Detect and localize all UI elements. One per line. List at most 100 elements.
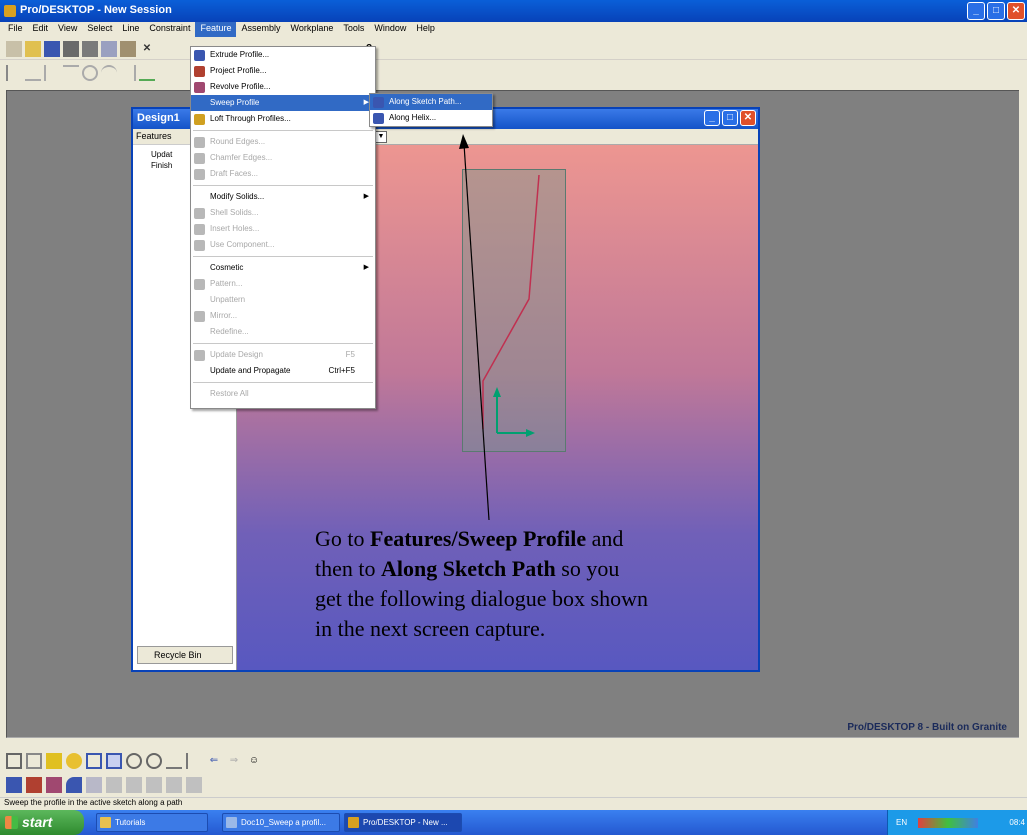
- round-icon: [194, 137, 205, 148]
- menu-help[interactable]: Help: [411, 22, 440, 37]
- save-icon[interactable]: [44, 40, 60, 57]
- menu-select[interactable]: Select: [82, 22, 117, 37]
- hole-tool-icon[interactable]: [86, 777, 102, 793]
- cut-icon[interactable]: [82, 40, 98, 57]
- standard-toolbar: ✕ ?: [0, 38, 1027, 60]
- angle-tool-icon[interactable]: [44, 65, 60, 81]
- task-tutorials[interactable]: Tutorials: [96, 813, 208, 832]
- arc-tool-icon[interactable]: [101, 65, 117, 81]
- forward-icon[interactable]: ⇒: [226, 753, 242, 769]
- spline-tool-icon[interactable]: [120, 65, 136, 81]
- print-icon[interactable]: [63, 40, 79, 57]
- view-iso-icon[interactable]: [6, 753, 22, 769]
- app-icon: [4, 5, 16, 17]
- recycle-bin-tab[interactable]: Recycle Bin: [137, 646, 233, 664]
- menu-item-modify-solids[interactable]: Modify Solids... ▶: [191, 189, 375, 205]
- zoom-in-icon[interactable]: [126, 753, 142, 769]
- line-tool-icon[interactable]: [6, 65, 22, 81]
- menu-line[interactable]: Line: [117, 22, 144, 37]
- circle-tool-icon[interactable]: [82, 65, 98, 81]
- draft-tool-icon[interactable]: [166, 777, 182, 793]
- menu-tools[interactable]: Tools: [338, 22, 369, 37]
- zoom-window-icon[interactable]: [106, 753, 122, 769]
- menu-item-label: Update Design: [210, 350, 263, 359]
- zoom-out-icon[interactable]: [146, 753, 162, 769]
- menu-item-extrude-profile[interactable]: Extrude Profile...: [191, 47, 375, 63]
- language-indicator[interactable]: EN: [896, 810, 907, 835]
- diagonal-tool-icon[interactable]: [63, 65, 79, 81]
- sketch-path: [482, 174, 540, 429]
- menu-item-label: Along Helix...: [389, 113, 437, 122]
- menu-item-label: Draft Faces...: [210, 169, 259, 178]
- close-button[interactable]: ✕: [1007, 2, 1025, 20]
- open-icon[interactable]: [25, 40, 41, 57]
- menu-item-label: Restore All: [210, 389, 249, 398]
- menu-feature[interactable]: Feature: [195, 22, 237, 37]
- sweep-tool-icon[interactable]: [66, 777, 82, 793]
- menu-window[interactable]: Window: [369, 22, 411, 37]
- menu-item-label: Round Edges...: [210, 137, 266, 146]
- rotate-icon[interactable]: [186, 753, 202, 769]
- app-title-bar[interactable]: Pro/DESKTOP - New Session _ □ ✕: [0, 0, 1027, 22]
- menu-item-cosmetic[interactable]: Cosmetic ▶: [191, 260, 375, 276]
- menu-separator: [193, 343, 373, 344]
- annotation-line-4: in the next screen capture.: [315, 616, 546, 641]
- menu-separator: [193, 130, 373, 131]
- paste-icon[interactable]: [120, 40, 136, 57]
- zoom-fit-icon[interactable]: [86, 753, 102, 769]
- new-design-icon[interactable]: [6, 40, 22, 57]
- origin-y-arrow: [493, 387, 501, 397]
- smiley-icon[interactable]: ☺: [246, 753, 262, 769]
- menu-item-along-sketch-path[interactable]: Along Sketch Path...: [370, 94, 492, 110]
- menu-item-update-design: Update Design F5: [191, 347, 375, 363]
- origin-x-arrow: [526, 429, 535, 437]
- view-trimetric-icon[interactable]: [26, 753, 42, 769]
- menu-view[interactable]: View: [53, 22, 82, 37]
- task-prodesktop[interactable]: Pro/DESKTOP - New ...: [344, 813, 462, 832]
- maximize-button[interactable]: □: [987, 2, 1005, 20]
- extrude-icon: [194, 50, 205, 61]
- view-select-icon[interactable]: [46, 753, 62, 769]
- project-tool-icon[interactable]: [26, 777, 42, 793]
- recycle-bin-label: Recycle Bin: [154, 650, 202, 660]
- round-tool-icon[interactable]: [106, 777, 122, 793]
- chamfer-tool-icon[interactable]: [126, 777, 142, 793]
- view-shade-icon[interactable]: [66, 753, 82, 769]
- design-close-button[interactable]: ✕: [740, 110, 756, 126]
- menu-item-update-and-propagate[interactable]: Update and Propagate Ctrl+F5: [191, 363, 375, 379]
- menu-item-sweep-profile[interactable]: Sweep Profile ▶: [191, 95, 375, 111]
- task-document[interactable]: Doc10_Sweep a profil...: [222, 813, 340, 832]
- menu-item-chamfer-edges: Chamfer Edges...: [191, 150, 375, 166]
- design-maximize-button[interactable]: □: [722, 110, 738, 126]
- revolve-tool-icon[interactable]: [46, 777, 62, 793]
- feature-toolbar: [0, 774, 1027, 796]
- back-icon[interactable]: ⇐: [206, 753, 222, 769]
- menu-item-project-profile[interactable]: Project Profile...: [191, 63, 375, 79]
- copy-icon[interactable]: [101, 40, 117, 57]
- menu-file[interactable]: File: [3, 22, 28, 37]
- document-icon: [226, 817, 237, 828]
- menu-constraint[interactable]: Constraint: [144, 22, 195, 37]
- minimize-button[interactable]: _: [967, 2, 985, 20]
- mirror-icon: [194, 311, 205, 322]
- constraint-tool-icon[interactable]: [25, 65, 41, 81]
- menu-item-revolve-profile[interactable]: Revolve Profile...: [191, 79, 375, 95]
- design-minimize-button[interactable]: _: [704, 110, 720, 126]
- menu-item-label: Project Profile...: [210, 66, 267, 75]
- tray-icons[interactable]: [918, 818, 978, 828]
- menu-item-label: Insert Holes...: [210, 224, 260, 233]
- pan-icon[interactable]: [166, 753, 182, 769]
- extrude-tool-icon[interactable]: [6, 777, 22, 793]
- menu-item-label: Pattern...: [210, 279, 243, 288]
- menu-edit[interactable]: Edit: [28, 22, 54, 37]
- shell-tool-icon[interactable]: [146, 777, 162, 793]
- delete-icon[interactable]: ✕: [139, 41, 155, 57]
- component-tool-icon[interactable]: [186, 777, 202, 793]
- menu-item-along-helix[interactable]: Along Helix...: [370, 110, 492, 126]
- start-button[interactable]: start: [0, 810, 84, 835]
- menu-assembly[interactable]: Assembly: [236, 22, 285, 37]
- menu-workplane[interactable]: Workplane: [286, 22, 339, 37]
- dimension-tool-icon[interactable]: [139, 65, 155, 81]
- menu-item-loft-through-profiles[interactable]: Loft Through Profiles...: [191, 111, 375, 127]
- loft-icon: [194, 114, 205, 125]
